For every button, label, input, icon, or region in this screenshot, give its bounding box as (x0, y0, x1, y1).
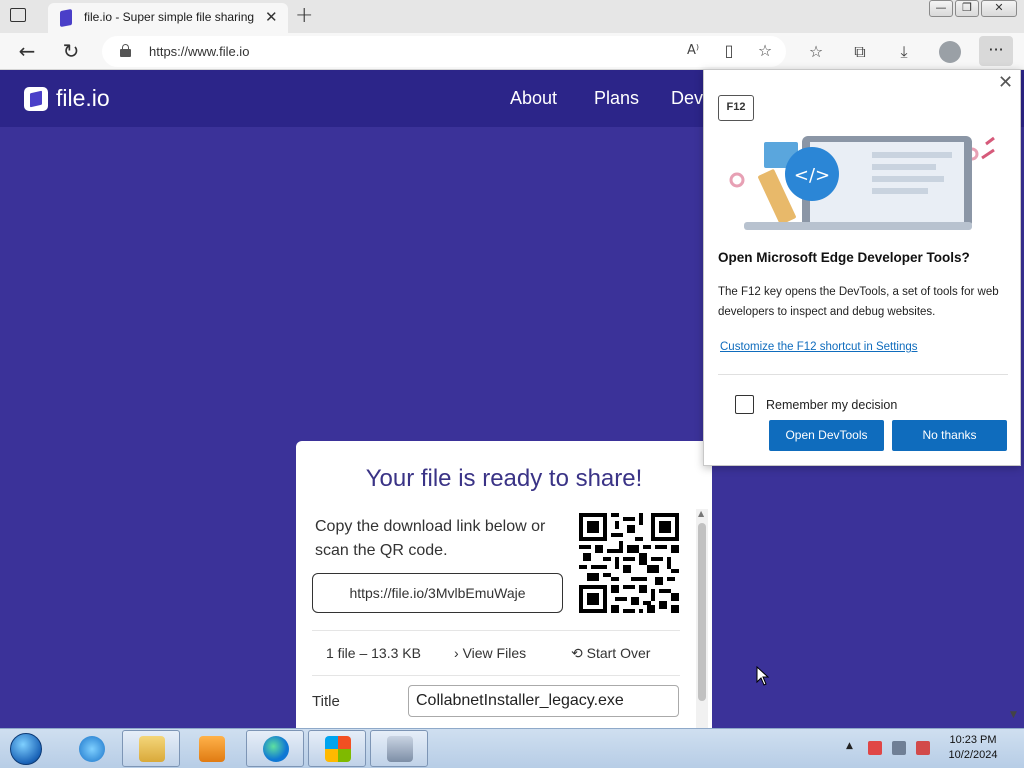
taskbar-file-explorer[interactable] (122, 730, 180, 767)
mouse-cursor-icon (756, 666, 770, 686)
close-window-button[interactable]: ✕ (981, 0, 1017, 17)
nav-about[interactable]: About (510, 88, 557, 109)
remember-decision-checkbox[interactable] (735, 395, 754, 414)
refresh-icon: ⟲ (571, 645, 583, 661)
browser-tab-bar: file.io - Super simple file sharing ✕ + … (0, 0, 1024, 33)
chevron-right-icon: › (454, 645, 459, 661)
volume-muted-icon[interactable] (916, 741, 930, 755)
tab-actions-icon[interactable] (10, 8, 26, 22)
view-files-button[interactable]: › View Files (454, 645, 526, 661)
restore-button[interactable]: ❐ (955, 0, 979, 17)
refresh-icon[interactable]: ↻ (58, 39, 84, 65)
divider (718, 374, 1008, 375)
popup-body: The F12 key opens the DevTools, a set of… (718, 286, 999, 318)
taskbar-edge[interactable] (246, 730, 304, 767)
taskbar-network-app[interactable] (370, 730, 428, 767)
title-label: Title (312, 693, 340, 710)
scroll-down-icon[interactable]: ▼ (1010, 710, 1017, 720)
browser-toolbar: ← ↻ https://www.file.io A⁾ ▯ ☆ ☆ ⧉ ⤓ (0, 33, 1024, 70)
clock-time: 10:23 PM (949, 734, 997, 746)
file-info: 1 file – 13.3 KB (326, 645, 421, 661)
devtools-illustration: </> (729, 136, 995, 230)
card-scrollbar[interactable]: ▲ (696, 509, 708, 731)
no-thanks-button[interactable]: No thanks (892, 420, 1007, 451)
devtools-popup: ✕ F12 </> Open Microsoft Edge Developer … (703, 69, 1021, 466)
start-over-label: Start Over (586, 645, 651, 661)
popup-heading: Open Microsoft Edge Developer Tools? (718, 250, 970, 265)
tab-close-icon[interactable]: ✕ (265, 8, 278, 26)
read-aloud-icon[interactable]: A⁾ (682, 40, 704, 62)
add-favorite-icon[interactable]: ☆ (754, 40, 776, 62)
back-arrow-icon[interactable]: ← (14, 39, 40, 65)
open-devtools-button[interactable]: Open DevTools (769, 420, 884, 451)
taskbar-media-player[interactable] (182, 730, 240, 767)
fileio-favicon-icon (60, 8, 72, 28)
show-hidden-icons[interactable]: ▲ (846, 741, 853, 751)
address-bar[interactable]: https://www.file.io A⁾ ▯ ☆ (102, 36, 786, 67)
title-input[interactable]: CollabnetInstaller_legacy.exe (408, 685, 679, 717)
new-tab-icon[interactable]: + (295, 3, 313, 28)
clock[interactable]: 10:23 PM 10/2/2024 (944, 733, 1002, 763)
f12-key-badge: F12 (718, 95, 754, 121)
file-explorer-icon (139, 736, 165, 762)
windows-flag-icon (325, 736, 351, 762)
windows-taskbar: ▲ 10:23 PM 10/2/2024 (0, 728, 1024, 768)
close-icon[interactable]: ✕ (998, 72, 1013, 93)
network-icon[interactable] (892, 741, 906, 755)
taskbar-windows-app[interactable] (308, 730, 366, 767)
fileio-logo-icon[interactable] (24, 87, 48, 111)
customize-shortcut-link[interactable]: Customize the F12 shortcut in Settings (720, 341, 918, 353)
profile-icon[interactable] (939, 41, 961, 63)
divider (312, 630, 680, 631)
windows-orb-icon (10, 733, 42, 765)
tab-fileio[interactable]: file.io - Super simple file sharing ✕ (48, 3, 288, 33)
favorites-icon[interactable]: ☆ (805, 41, 827, 63)
immersive-reader-icon[interactable]: ▯ (718, 40, 740, 62)
nav-dev[interactable]: Dev (671, 88, 703, 109)
qr-code (579, 513, 679, 613)
nav-plans[interactable]: Plans (594, 88, 639, 109)
lock-icon[interactable] (120, 44, 131, 57)
download-link-field[interactable]: https://file.io/3MvlbEmuWaje (312, 573, 563, 613)
scroll-thumb[interactable] (698, 523, 706, 701)
minimize-button[interactable]: — (929, 0, 953, 17)
collections-icon[interactable]: ⧉ (849, 41, 871, 63)
network-app-icon (387, 736, 413, 762)
share-title: Your file is ready to share! (365, 465, 643, 492)
clock-date: 10/2/2024 (948, 749, 998, 761)
internet-explorer-icon (79, 736, 105, 762)
share-card: Your file is ready to share! Copy the do… (296, 441, 712, 731)
start-over-button[interactable]: ⟲ Start Over (571, 645, 650, 662)
view-files-label: View Files (462, 645, 527, 661)
media-player-icon (199, 736, 225, 762)
more-icon[interactable]: ··· (979, 36, 1013, 66)
tab-title: file.io - Super simple file sharing (84, 10, 255, 24)
share-description: Copy the download link below or scan the… (315, 518, 546, 559)
edge-icon (263, 736, 289, 762)
start-button[interactable] (4, 731, 48, 767)
svg-text:</>: </> (794, 165, 830, 186)
logo-text[interactable]: file.io (56, 85, 110, 112)
downloads-icon[interactable]: ⤓ (893, 41, 915, 63)
taskbar-internet-explorer[interactable] (62, 730, 120, 767)
action-center-alert-icon[interactable] (868, 741, 882, 755)
remember-decision-label[interactable]: Remember my decision (766, 398, 897, 412)
divider (312, 675, 680, 676)
url-text[interactable]: https://www.file.io (149, 44, 249, 59)
scroll-up-icon[interactable]: ▲ (698, 509, 704, 518)
